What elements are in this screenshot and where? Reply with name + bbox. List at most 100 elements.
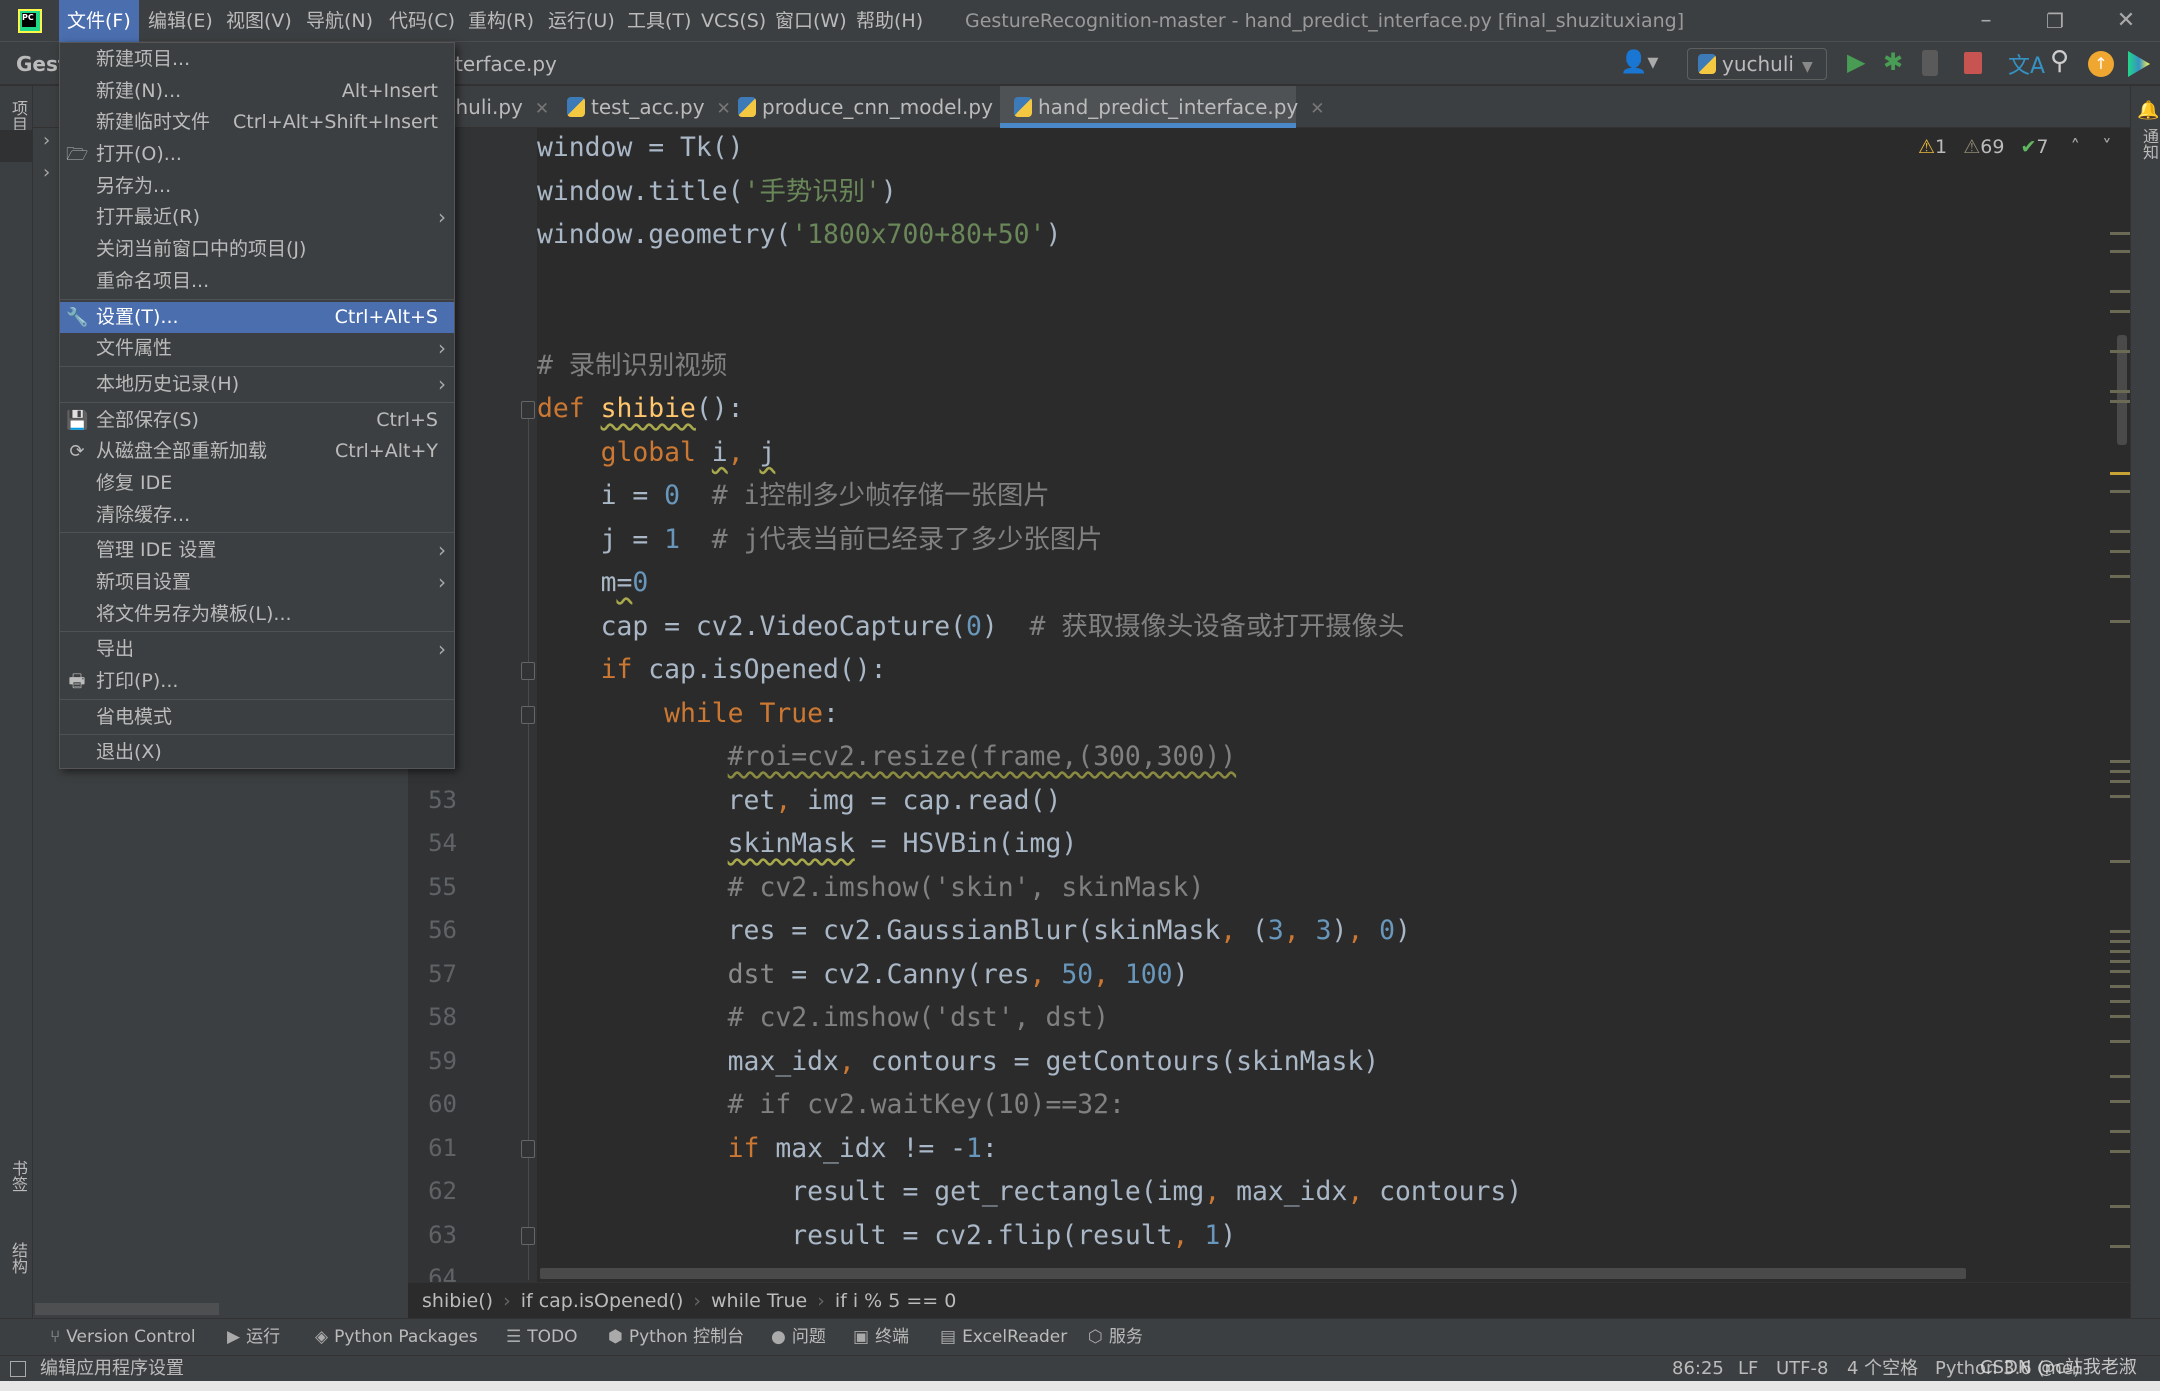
close-tab-icon[interactable]: ✕ [1310, 99, 1324, 119]
debug-icon[interactable]: ✱ [1883, 48, 1903, 76]
tab-test_acc-py[interactable]: test_acc.py ✕ [553, 86, 731, 128]
menu-item[interactable]: 🗁 打开(O)... [60, 139, 454, 171]
menu-4[interactable]: 代码(C) [381, 0, 463, 42]
error-stripe-mark[interactable] [2110, 770, 2130, 773]
menu-3[interactable]: 导航(N) [298, 0, 381, 42]
error-stripe-mark[interactable] [2110, 940, 2130, 943]
coverage-icon[interactable] [1922, 50, 1938, 76]
toolwindow-6[interactable]: ▣ 终端 [853, 1319, 909, 1356]
caret-position[interactable]: 86:25 [1672, 1356, 1724, 1382]
toolwindow-1[interactable]: ▶ 运行 [227, 1319, 280, 1356]
error-stripe-mark[interactable] [2110, 795, 2130, 798]
tab-hand_predict_interface-py[interactable]: hand_predict_interface.py ✕ [1000, 86, 1325, 128]
menu-1[interactable]: 编辑(E) [140, 0, 221, 42]
menu-10[interactable]: 帮助(H) [848, 0, 931, 42]
menu-item[interactable]: 修复 IDE [60, 468, 454, 500]
error-stripe-mark[interactable] [2110, 232, 2130, 235]
error-stripe-mark[interactable] [2110, 760, 2130, 763]
toolwindow-2[interactable]: ◈ Python Packages [315, 1319, 478, 1356]
menu-item[interactable]: 管理 IDE 设置 › [60, 535, 454, 567]
error-stripe-mark[interactable] [2110, 985, 2130, 988]
menu-8[interactable]: VCS(S) [693, 0, 774, 42]
error-stripe-mark[interactable] [2110, 350, 2130, 353]
error-stripe-mark[interactable] [2110, 1000, 2130, 1003]
fold-marker-icon[interactable] [521, 401, 535, 419]
error-stripe-mark[interactable] [2110, 400, 2130, 403]
breadcrumb-item[interactable]: shibie() [422, 1290, 493, 1312]
toolwindow-7[interactable]: ▤ ExcelReader [940, 1319, 1067, 1356]
menu-5[interactable]: 重构(R) [460, 0, 542, 42]
error-stripe-mark[interactable] [2110, 530, 2130, 533]
toolwindow-4[interactable]: ⬢ Python 控制台 [608, 1319, 744, 1356]
error-stripe-mark[interactable] [2110, 780, 2130, 783]
minimize-button[interactable]: – [1966, 0, 2006, 42]
close-tab-icon[interactable]: ✕ [535, 99, 549, 119]
menu-item[interactable]: 省电模式 [60, 702, 454, 734]
menu-item[interactable]: 新项目设置 › [60, 567, 454, 599]
menu-item[interactable]: 新建(N)... Alt+Insert [60, 76, 454, 108]
error-stripe-mark[interactable] [2110, 1075, 2130, 1078]
error-stripe-mark[interactable] [2110, 575, 2130, 578]
tab-produce_cnn_model-py[interactable]: produce_cnn_model.py✕ [724, 86, 1019, 128]
menu-item[interactable]: 💾 全部保存(S) Ctrl+S [60, 405, 454, 437]
menu-item[interactable]: 另存为... [60, 171, 454, 203]
error-stripe-mark[interactable] [2110, 1130, 2130, 1133]
toolwindow-5[interactable]: ● 问题 [771, 1319, 826, 1356]
menu-item[interactable]: 导出 › [60, 634, 454, 666]
menu-7[interactable]: 工具(T) [619, 0, 699, 42]
error-stripe-mark[interactable] [2110, 970, 2130, 973]
bookmarks-tool-tab[interactable]: 书签 [6, 1160, 30, 1192]
menu-item[interactable]: ⟳ 从磁盘全部重新加载 Ctrl+Alt+Y [60, 436, 454, 468]
structure-tool-tab[interactable]: 结构 [6, 1242, 30, 1274]
error-stripe-mark[interactable] [2110, 1245, 2130, 1248]
menu-2[interactable]: 视图(V) [218, 0, 300, 42]
error-stripe-mark[interactable] [2110, 860, 2130, 863]
error-stripe-mark[interactable] [2110, 310, 2130, 313]
toolwindow-8[interactable]: ⬡ 服务 [1088, 1319, 1143, 1356]
code-content[interactable]: window = Tk() window.title('手势识别') window.… [537, 126, 1522, 1301]
editor-horizontal-scrollbar[interactable] [540, 1268, 1966, 1279]
search-icon[interactable]: ⚲ [2050, 46, 2069, 76]
menu-item[interactable]: 重命名项目... [60, 266, 454, 298]
menu-item[interactable]: 🖶 打印(P)... [60, 666, 454, 698]
run-config-select[interactable]: yuchuli ▼ [1687, 48, 1827, 80]
error-stripe-mark[interactable] [2110, 930, 2130, 933]
menu-9[interactable]: 窗口(W) [767, 0, 855, 42]
user-icon[interactable]: 👤▾ [1620, 50, 1658, 75]
toolwindow-0[interactable]: ⑂ Version Control [50, 1319, 196, 1356]
error-stripe-mark[interactable] [2110, 472, 2130, 475]
menu-0[interactable]: 文件(F) [59, 0, 139, 42]
menu-item[interactable]: 清除缓存... [60, 500, 454, 532]
error-stripe-mark[interactable] [2110, 490, 2130, 493]
stop-icon[interactable] [1964, 52, 1982, 74]
code-with-me-icon[interactable] [2128, 51, 2150, 77]
error-stripe-mark[interactable] [2110, 250, 2130, 253]
error-stripe-mark[interactable] [2110, 960, 2130, 963]
menu-item[interactable]: 文件属性 › [60, 333, 454, 365]
inspection-widget[interactable]: ⚠1 ⚠69 ✔7 ˄ ˅ [1918, 132, 2112, 162]
menu-item[interactable]: 将文件另存为模板(L)... [60, 599, 454, 631]
translate-icon[interactable]: 文A [2008, 48, 2045, 80]
fold-marker-icon[interactable] [521, 1227, 535, 1245]
indent-setting[interactable]: 4 个空格 [1847, 1356, 1918, 1382]
fold-marker-icon[interactable] [521, 662, 535, 680]
breadcrumb-item[interactable]: if i % 5 == 0 [835, 1290, 957, 1312]
menu-6[interactable]: 运行(U) [540, 0, 623, 42]
toolwindow-3[interactable]: ☰ TODO [506, 1319, 578, 1356]
expand-chevron-icon[interactable]: › [43, 162, 50, 183]
line-separator[interactable]: LF [1738, 1356, 1758, 1382]
error-stripe-mark[interactable] [2110, 1040, 2130, 1043]
previous-highlight-icon[interactable]: ˄ [2071, 136, 2081, 158]
next-highlight-icon[interactable]: ˅ [2102, 136, 2112, 158]
error-stripe-mark[interactable] [2110, 620, 2130, 623]
breadcrumb-item[interactable]: if cap.isOpened() [521, 1290, 684, 1312]
fold-marker-icon[interactable] [521, 1140, 535, 1158]
update-icon[interactable]: ↑ [2088, 51, 2114, 77]
menu-item[interactable]: 新建临时文件 Ctrl+Alt+Shift+Insert [60, 107, 454, 139]
menu-item[interactable]: 关闭当前窗口中的项目(J) [60, 234, 454, 266]
notifications-tool-tab[interactable]: 通知 [2137, 128, 2160, 160]
file-breadcrumb[interactable]: terface.py [455, 42, 557, 86]
menu-item[interactable]: 🔧 设置(T)... Ctrl+Alt+S [60, 301, 454, 334]
error-stripe-mark[interactable] [2110, 1150, 2130, 1153]
error-stripe-mark[interactable] [2110, 290, 2130, 293]
